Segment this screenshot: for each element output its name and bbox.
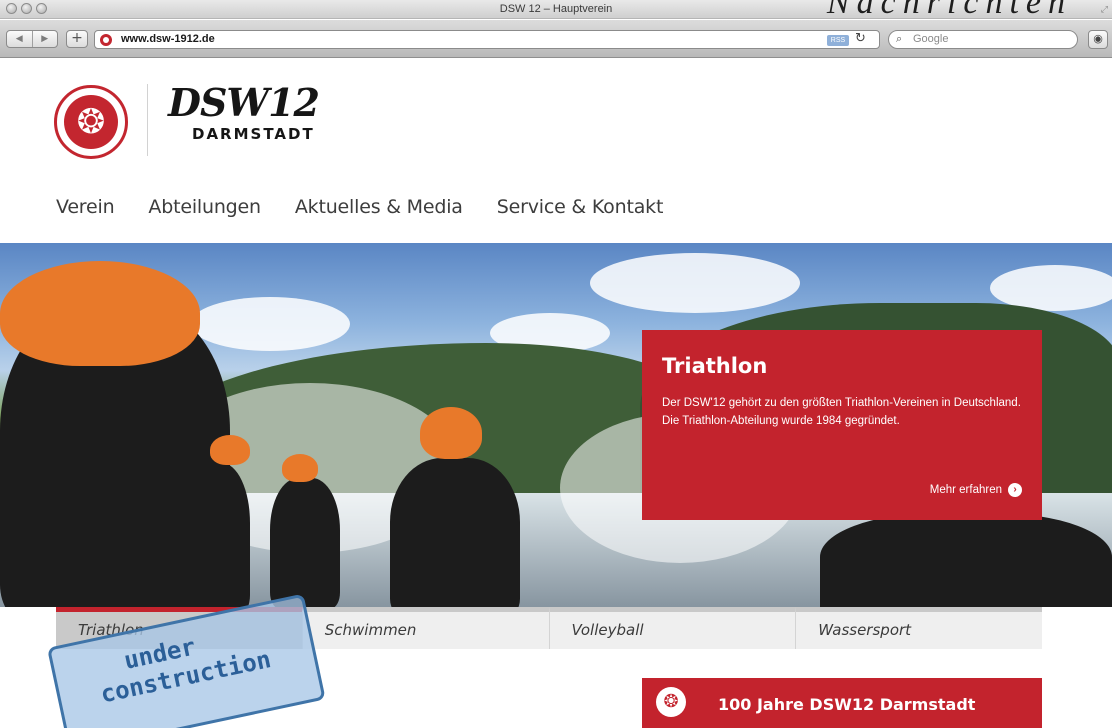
swim-cap	[0, 261, 200, 366]
favicon	[100, 34, 112, 46]
hero-title: Triathlon	[662, 354, 768, 378]
arrow-right-circle-icon[interactable]: ›	[1008, 483, 1022, 497]
rss-button[interactable]: RSS	[827, 35, 849, 46]
tab-volleyball[interactable]: Volleyball	[549, 607, 797, 649]
tab-wassersport[interactable]: Wassersport	[796, 607, 1042, 649]
resize-grip-icon[interactable]: ⤢	[1101, 5, 1108, 15]
search-icon: ⌕	[896, 32, 903, 45]
logo-divider	[147, 84, 148, 156]
nav-abteilungen[interactable]: Abteilungen	[148, 196, 261, 218]
forward-icon[interactable]: ▶	[33, 31, 58, 47]
reload-icon[interactable]: ↻	[855, 31, 866, 46]
swim-cap	[210, 435, 250, 465]
address-bar[interactable]: www.dsw-1912.de	[94, 30, 880, 49]
athlete	[390, 458, 520, 607]
search-input[interactable]: ⌕ Google	[888, 30, 1078, 49]
cloud	[590, 253, 800, 313]
hero-teaser-box: Triathlon Der DSW'12 gehört zu den größt…	[642, 330, 1042, 520]
hero-text: Der DSW'12 gehört zu den größten Triathl…	[662, 397, 1021, 427]
crest-inner: ❂	[64, 95, 118, 149]
anniversary-title[interactable]: 100 Jahre DSW12 Darmstadt	[718, 695, 975, 714]
swim-cap	[282, 454, 318, 482]
window-titlebar: DSW 12 – Hauptverein Nachrichten ⤢	[0, 0, 1112, 21]
nav-aktuelles-media[interactable]: Aktuelles & Media	[295, 196, 463, 218]
eagle-icon: ❂	[76, 102, 106, 142]
site-logo-city: DARMSTADT	[192, 125, 315, 143]
bookmark-icon[interactable]: ◉	[1088, 30, 1108, 49]
athlete	[180, 463, 250, 607]
tab-schwimmen[interactable]: Schwimmen	[302, 607, 550, 649]
nav-service-kontakt[interactable]: Service & Kontakt	[497, 196, 664, 218]
add-tab-icon[interactable]: +	[66, 30, 88, 48]
athlete	[270, 478, 340, 607]
history-nav: ◀ ▶	[6, 30, 58, 48]
anniversary-banner[interactable]: ❂ 100 Jahre DSW12 Darmstadt	[642, 678, 1042, 728]
swim-cap	[420, 407, 482, 459]
address-bar-url[interactable]: www.dsw-1912.de	[121, 33, 215, 45]
hero-image: Triathlon Der DSW'12 gehört zu den größt…	[0, 243, 1112, 607]
back-icon[interactable]: ◀	[7, 31, 33, 47]
overlay-corner-text: Nachrichten	[826, 0, 1072, 21]
site-logo[interactable]: DSW12	[168, 80, 320, 125]
club-crest-icon: ❂	[656, 687, 686, 717]
nav-verein[interactable]: Verein	[56, 196, 115, 218]
more-link-label[interactable]: Mehr erfahren	[930, 484, 1002, 496]
athlete	[820, 513, 1112, 607]
main-navigation: Verein Abteilungen Aktuelles & Media Ser…	[56, 196, 697, 218]
cloud	[190, 297, 350, 351]
web-page: ❂ DSW12 DARMSTADT Verein Abteilungen Akt…	[0, 58, 1112, 728]
club-crest-icon[interactable]: ❂	[54, 85, 128, 159]
more-link[interactable]: Mehr erfahren ›	[930, 483, 1022, 497]
search-placeholder: Google	[913, 33, 949, 45]
